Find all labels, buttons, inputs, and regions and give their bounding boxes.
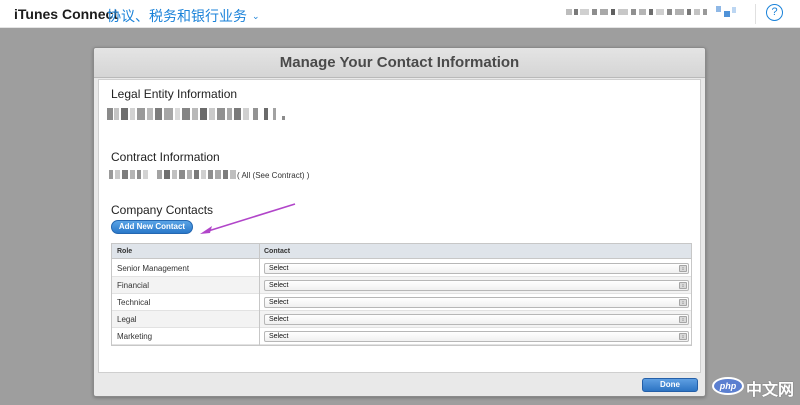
role-legal: Legal — [117, 315, 137, 324]
account-name-redacted[interactable] — [566, 6, 736, 21]
role-senior-management: Senior Management — [117, 264, 190, 273]
contract-name-redacted — [109, 170, 239, 179]
contact-select-technical[interactable]: Select ↕ — [264, 297, 689, 308]
updown-icon: ↕ — [679, 265, 687, 272]
contract-info-heading: Contract Information — [111, 150, 220, 164]
done-button[interactable]: Done — [642, 378, 698, 392]
add-new-contact-button[interactable]: Add New Contact — [111, 220, 193, 234]
column-header-role: Role — [117, 248, 133, 255]
table-row: Financial Select ↕ — [112, 277, 691, 294]
chevron-down-icon: ⌄ — [252, 10, 260, 21]
section-dropdown-label: 协议、税务和银行业务 — [107, 8, 247, 24]
select-value: Select — [269, 265, 289, 272]
contact-select-financial[interactable]: Select ↕ — [264, 280, 689, 291]
role-marketing: Marketing — [117, 332, 153, 341]
watermark-text: 中文网 — [746, 382, 795, 399]
manage-contacts-dialog: Manage Your Contact Information Legal En… — [93, 47, 706, 397]
table-row: Marketing Select ↕ — [112, 328, 691, 345]
updown-icon: ↕ — [679, 333, 687, 340]
arrow-head — [200, 226, 212, 234]
site-watermark: php 中文网 — [712, 375, 798, 399]
contact-select-marketing[interactable]: Select ↕ — [264, 331, 689, 342]
contact-select-legal[interactable]: Select ↕ — [264, 314, 689, 325]
legal-entity-heading: Legal Entity Information — [111, 87, 238, 101]
contacts-table: Role Contact Senior Management Select ↕ … — [111, 243, 692, 346]
legal-entity-name-redacted — [107, 108, 287, 120]
role-technical: Technical — [117, 298, 151, 307]
watermark-logo: php — [712, 377, 744, 395]
app-brand[interactable]: iTunes Connect — [14, 6, 118, 22]
updown-icon: ↕ — [679, 299, 687, 306]
table-row: Senior Management Select ↕ — [112, 260, 691, 277]
select-value: Select — [269, 282, 289, 289]
select-value: Select — [269, 299, 289, 306]
table-header: Role Contact — [112, 244, 691, 259]
column-divider — [259, 244, 260, 345]
contract-scope-text: ( All (See Contract) ) — [237, 171, 310, 180]
header-divider — [755, 4, 756, 24]
table-row: Legal Select ↕ — [112, 311, 691, 328]
column-header-contact: Contact — [264, 248, 291, 255]
dialog-body: Legal Entity Information Contract Inform… — [98, 79, 701, 373]
role-financial: Financial — [117, 281, 150, 290]
section-dropdown[interactable]: 协议、税务和银行业务 ⌄ — [107, 6, 260, 26]
updown-icon: ↕ — [679, 282, 687, 289]
help-icon[interactable]: ? — [766, 4, 783, 21]
select-value: Select — [269, 333, 289, 340]
table-row: Technical Select ↕ — [112, 294, 691, 311]
top-navigation-bar: iTunes Connect 协议、税务和银行业务 ⌄ ? — [0, 0, 800, 28]
select-value: Select — [269, 316, 289, 323]
annotation-arrow — [200, 203, 296, 234]
dialog-title: Manage Your Contact Information — [94, 48, 705, 78]
contact-select-senior-management[interactable]: Select ↕ — [264, 263, 689, 274]
updown-icon: ↕ — [679, 316, 687, 323]
